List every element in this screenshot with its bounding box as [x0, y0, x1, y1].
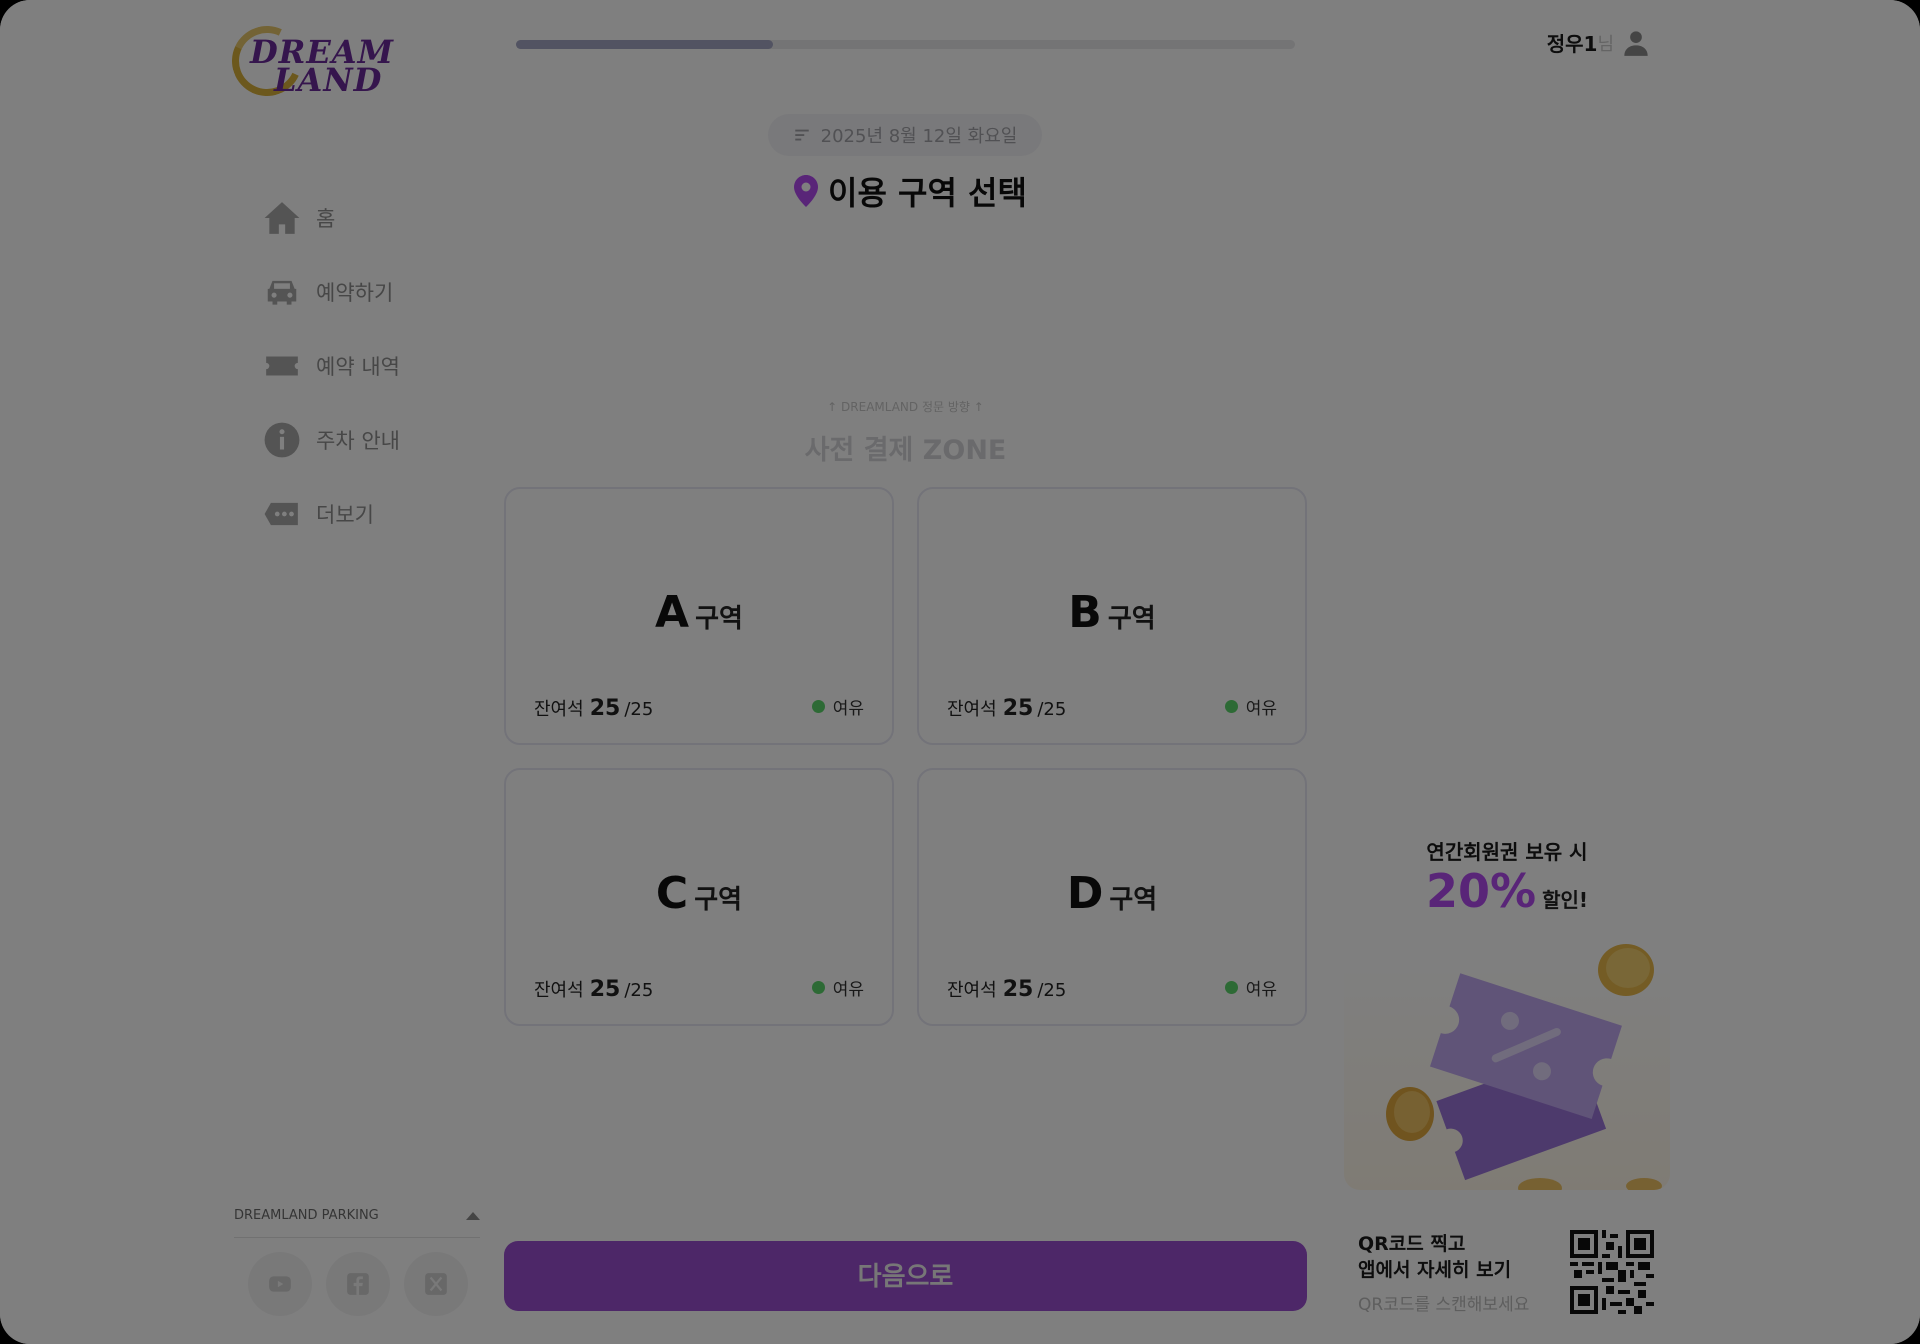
promo-percent: 20%: [1425, 864, 1537, 918]
facebook-icon[interactable]: [326, 1252, 390, 1316]
step-progress-fill: [516, 40, 774, 49]
footer-title: DREAMLAND PARKING: [234, 1208, 379, 1223]
zone-card-b[interactable]: B 구역 잔여석 25/25 여유: [917, 487, 1307, 745]
zone-letter: D: [1066, 868, 1104, 919]
user-menu[interactable]: 정우1 님: [1547, 28, 1650, 57]
status-dot-icon: [1224, 700, 1238, 713]
zone-word: 구역: [694, 885, 743, 915]
sidebar-item-label: 더보기: [316, 503, 374, 527]
status-dot-icon: [811, 700, 825, 713]
qr-headline: QR코드 찍고 앱에서 자세히 보기: [1358, 1232, 1511, 1283]
sidebar-nav: 홈 예약하기 예약 내역 주차 안내 더보기: [262, 198, 400, 568]
status-dot-icon: [1224, 981, 1238, 994]
sidebar-item-label: 예약 내역: [316, 355, 400, 379]
sidebar-item-history[interactable]: 예약 내역: [262, 346, 400, 386]
home-icon: [262, 198, 302, 238]
status-text: 여유: [832, 980, 864, 1000]
seats-remaining: 25: [589, 696, 621, 721]
info-icon: [262, 420, 302, 460]
seats-remaining: 25: [589, 977, 621, 1002]
zone-card-a[interactable]: A 구역 잔여석 25/25 여유: [504, 487, 894, 745]
car-icon: [262, 272, 302, 312]
more-icon: [262, 494, 302, 534]
remaining-seats: 잔여석 25/25: [534, 976, 653, 1002]
sidebar-item-label: 홈: [316, 207, 336, 231]
sidebar-item-parking-info[interactable]: 주차 안내: [262, 420, 400, 460]
qr-hint: QR코드를 스캔해보세요: [1358, 1295, 1530, 1315]
qr-code-icon: [1570, 1230, 1654, 1314]
divider: [234, 1237, 480, 1238]
ticket-icon: [262, 346, 302, 386]
remaining-seats: 잔여석 25/25: [947, 976, 1066, 1002]
next-button[interactable]: 다음으로: [504, 1241, 1307, 1311]
footer-toggle[interactable]: DREAMLAND PARKING: [234, 1208, 480, 1223]
caret-up-icon: [466, 1211, 480, 1220]
zone-word: 구역: [695, 604, 743, 634]
seats-label: 잔여석: [534, 699, 584, 720]
promo-discount-label: 할인!: [1542, 888, 1589, 912]
remaining-seats: 잔여석 25/25: [947, 695, 1066, 721]
zone-name: D 구역: [919, 868, 1305, 919]
dreamland-logo[interactable]: DREAM LAND: [222, 16, 393, 106]
page-title: 이용 구역 선택: [794, 168, 1027, 214]
sidebar-item-label: 주차 안내: [316, 429, 400, 453]
qr-line-1: QR코드 찍고: [1358, 1233, 1466, 1255]
status-badge: 여유: [1224, 694, 1277, 719]
zone-word: 구역: [1109, 885, 1158, 915]
seats-label: 잔여석: [947, 699, 997, 720]
step-progress-bar: [516, 40, 1295, 49]
seats-total: /25: [1037, 699, 1067, 720]
zone-card-c[interactable]: C 구역 잔여석 25/25 여유: [504, 768, 894, 1026]
page-title-text: 이용 구역 선택: [828, 174, 1027, 212]
zone-card-d[interactable]: D 구역 잔여석 25/25 여유: [917, 768, 1307, 1026]
sidebar-item-more[interactable]: 더보기: [262, 494, 400, 534]
zone-letter: B: [1068, 587, 1102, 638]
status-badge: 여유: [811, 694, 864, 719]
sidebar-item-reserve[interactable]: 예약하기: [262, 272, 400, 312]
promo-headline: 연간회원권 보유 시: [1426, 840, 1588, 864]
selected-date: 2025년 8월 12일 화요일: [820, 126, 1018, 147]
entrance-direction-label: ↑ DREAMLAND 정문 방향 ↑: [827, 400, 984, 414]
membership-promo-banner[interactable]: 연간회원권 보유 시 20% 할인!: [1344, 806, 1670, 1190]
status-badge: 여유: [1224, 975, 1277, 1000]
seats-total: /25: [624, 699, 654, 720]
x-icon[interactable]: [404, 1252, 468, 1316]
youtube-icon[interactable]: [248, 1252, 312, 1316]
zone-letter: A: [655, 587, 690, 638]
seats-total: /25: [1037, 980, 1067, 1001]
promo-discount: 20% 할인!: [1344, 864, 1670, 918]
user-icon[interactable]: [1622, 29, 1650, 57]
status-text: 여유: [1245, 980, 1277, 1000]
remaining-seats: 잔여석 25/25: [534, 695, 653, 721]
zone-name: B 구역: [919, 587, 1305, 638]
sidebar-item-home[interactable]: 홈: [262, 198, 400, 238]
zone-letter: C: [655, 868, 689, 919]
status-text: 여유: [832, 699, 864, 719]
qr-line-2: 앱에서 자세히 보기: [1358, 1258, 1512, 1281]
social-links: [234, 1252, 480, 1316]
zone-name: C 구역: [506, 868, 892, 919]
sidebar-item-label: 예약하기: [316, 281, 394, 305]
date-selector[interactable]: 2025년 8월 12일 화요일: [768, 114, 1042, 156]
zone-name: A 구역: [506, 587, 892, 638]
status-dot-icon: [811, 981, 825, 994]
seats-total: /25: [624, 980, 654, 1001]
list-icon: [794, 129, 809, 141]
user-name: 정우1: [1546, 32, 1598, 56]
sidebar-footer: DREAMLAND PARKING: [234, 1208, 480, 1316]
zone-title: 사전 결제 ZONE: [804, 435, 1007, 466]
status-badge: 여유: [811, 975, 864, 1000]
zone-word: 구역: [1107, 604, 1156, 634]
status-text: 여유: [1245, 699, 1277, 719]
user-suffix: 님: [1597, 33, 1614, 55]
location-pin-icon: [794, 175, 818, 207]
seats-remaining: 25: [1002, 696, 1034, 721]
app-frame: DREAM LAND 정우1 님 홈 예약하기 예약 내역 주차 안내 더보기 …: [0, 0, 1920, 1344]
coupon-illustration-icon: [1386, 944, 1662, 1190]
seats-label: 잔여석: [947, 980, 997, 1001]
logo-text-land: LAND: [274, 61, 383, 99]
seats-label: 잔여석: [534, 980, 584, 1001]
seats-remaining: 25: [1002, 977, 1034, 1002]
qr-app-card[interactable]: QR코드 찍고 앱에서 자세히 보기 QR코드를 스캔해보세요: [1344, 1212, 1670, 1330]
